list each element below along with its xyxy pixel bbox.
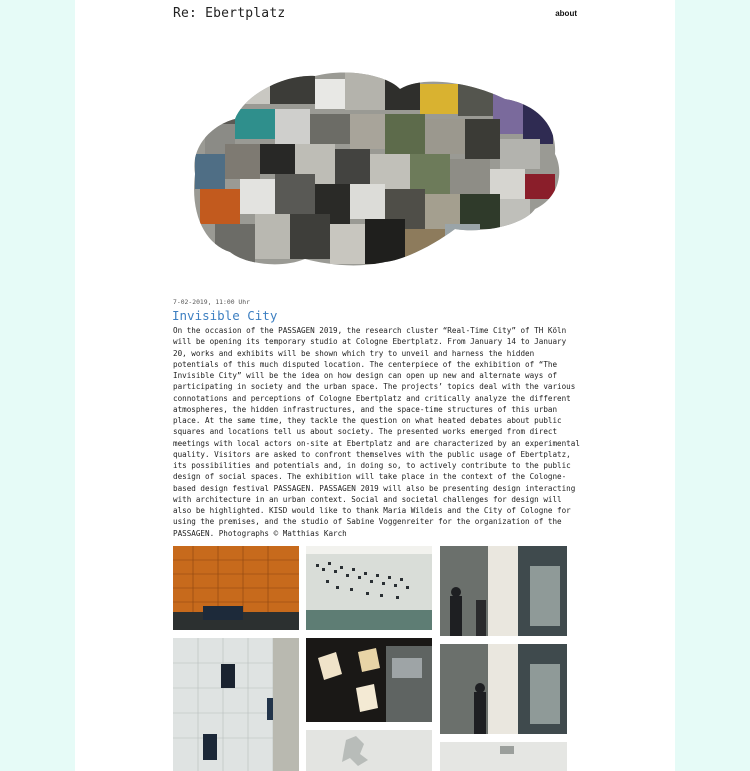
gallery-photo-white-wall[interactable] [440,742,567,771]
post-date: 7-02-2019, 11:00 Uhr [173,298,250,306]
gallery-photo-light-boxes[interactable] [306,638,432,722]
gallery-photo-wall-map[interactable] [306,546,432,630]
gallery-photo-orange-wall[interactable] [173,546,299,630]
page-container: Re: Ebertplatz about 7-02-2019, 11:00 Uh… [75,0,675,771]
about-link[interactable]: about [555,9,577,18]
hero-collage-image [194,72,560,266]
site-title[interactable]: Re: Ebertplatz [173,6,285,21]
gallery-photo-white-tiles[interactable] [173,638,299,771]
post-title[interactable]: Invisible City [172,308,277,323]
gallery-photo-floor-map[interactable] [306,730,432,771]
gallery-photo-visitors[interactable] [440,546,567,636]
post-body: On the occasion of the PASSAGEN 2019, th… [173,326,580,538]
gallery-photo-visitors-2[interactable] [440,644,567,734]
